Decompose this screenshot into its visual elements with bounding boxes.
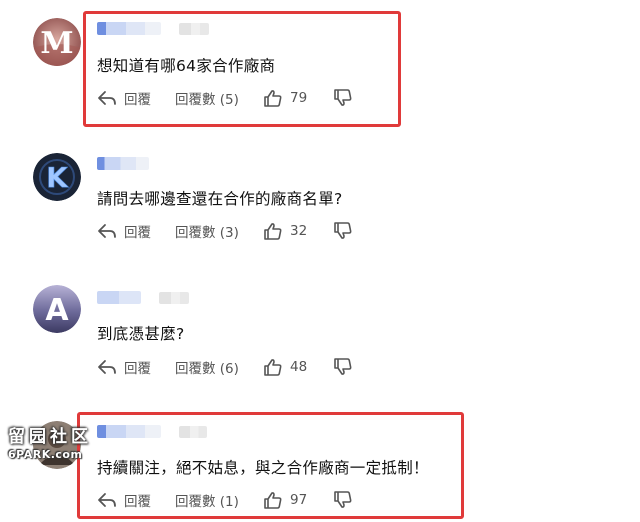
thumbs-down-icon — [333, 358, 353, 376]
comment-actions: 回覆 回覆數 (6) 48 — [97, 357, 353, 377]
like-count: 48 — [290, 359, 308, 375]
avatar[interactable]: K — [33, 153, 81, 201]
thumbs-up-icon — [263, 222, 283, 240]
reply-button[interactable]: 回覆 — [97, 221, 175, 241]
highlight-frame — [77, 412, 464, 519]
svg-text:A: A — [45, 293, 69, 328]
avatar[interactable]: M — [33, 18, 81, 66]
avatar-m-image: M — [33, 18, 81, 66]
view-replies-button[interactable]: 回覆數 (3) — [175, 221, 263, 241]
highlight-frame — [83, 11, 401, 127]
thumbs-down-icon — [333, 222, 353, 240]
replies-count-label: 回覆數 (3) — [175, 225, 239, 241]
view-replies-button[interactable]: 回覆數 (6) — [175, 357, 263, 377]
svg-text:K: K — [46, 161, 69, 194]
dislike-button[interactable] — [333, 222, 353, 240]
reply-arrow-icon — [97, 222, 117, 240]
username-blurred[interactable] — [97, 291, 189, 304]
replies-count-label: 回覆數 (6) — [175, 361, 239, 377]
like-count: 32 — [290, 223, 308, 239]
reply-button[interactable]: 回覆 — [97, 357, 175, 377]
avatar-photo-image — [33, 421, 81, 469]
username-blurred[interactable] — [97, 157, 149, 170]
avatar-k-image: K — [33, 153, 81, 201]
avatar-a-image: A — [33, 285, 81, 333]
comment-actions: 回覆 回覆數 (3) 32 — [97, 221, 353, 241]
like-button[interactable]: 48 — [263, 358, 333, 376]
avatar[interactable]: A — [33, 285, 81, 333]
reply-arrow-icon — [97, 358, 117, 376]
thumbs-up-icon — [263, 358, 283, 376]
svg-text:M: M — [40, 26, 73, 61]
avatar[interactable] — [33, 421, 81, 469]
reply-label: 回覆 — [124, 361, 151, 377]
comment-text: 到底憑甚麼? — [97, 325, 185, 343]
comment-text: 請問去哪邊查還在合作的廠商名單? — [97, 190, 343, 208]
reply-label: 回覆 — [124, 225, 151, 241]
like-button[interactable]: 32 — [263, 222, 333, 240]
dislike-button[interactable] — [333, 358, 353, 376]
